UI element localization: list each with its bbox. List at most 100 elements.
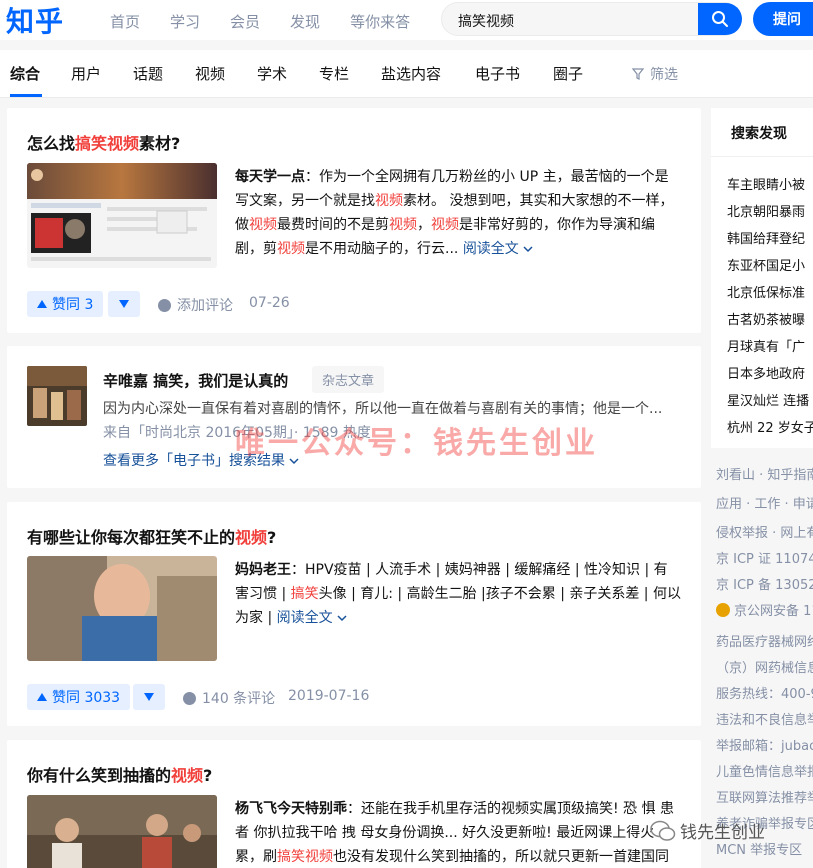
- upvote-button[interactable]: 赞同 3033: [27, 684, 131, 710]
- footer-link[interactable]: 京 ICP 备 13052: [716, 574, 813, 593]
- upvote-button[interactable]: 赞同 3: [27, 291, 104, 317]
- zhihu-logo[interactable]: 知乎: [6, 0, 64, 40]
- title-text: 素材?: [139, 134, 181, 153]
- trending-item[interactable]: 杭州 22 岁女子: [727, 417, 813, 436]
- active-tab-indicator: [10, 94, 42, 97]
- upvote-count: 赞同 3: [52, 297, 94, 313]
- answer-date: 07-26: [249, 295, 290, 311]
- comment-label: 140 条评论: [202, 691, 276, 707]
- trending-item[interactable]: 北京朝阳暴雨: [727, 201, 805, 220]
- nav-vip[interactable]: 会员: [230, 11, 260, 32]
- title-text: ?: [267, 528, 277, 547]
- comment-button[interactable]: 140 条评论: [183, 688, 275, 708]
- trending-item[interactable]: 星汉灿烂 连播: [727, 390, 809, 409]
- keyword-highlight: 视频: [375, 193, 403, 209]
- search-icon: [712, 11, 728, 27]
- footer-link[interactable]: 京 ICP 证 11074: [716, 548, 813, 567]
- footer-link[interactable]: 刘看山 · 知乎指南: [716, 464, 813, 483]
- search-result-card: 怎么找搞笑视频素材? 每天学一点：作为一个全网拥有几万粉丝的小 UP 主，最苦恼…: [7, 108, 701, 333]
- result-tabs: 综合 用户 话题 视频 学术 专栏 盐选内容 电子书 圈子 筛选: [0, 50, 813, 98]
- read-more-label: 阅读全文: [462, 241, 519, 257]
- answer-excerpt[interactable]: 妈妈老王：HPV疫苗 | 人流手术 | 姨妈神器 | 缓解痛经 | 性冷知识 |…: [235, 558, 681, 630]
- watermark-text: 唯一公众号：钱先生创业: [235, 426, 598, 461]
- content-type-tag: 杂志文章: [312, 366, 385, 393]
- footer-link[interactable]: （京）网药械信息: [716, 657, 813, 676]
- nav-learn[interactable]: 学习: [170, 11, 200, 32]
- search-box[interactable]: 搞笑视频: [441, 2, 742, 36]
- tab-all[interactable]: 综合: [10, 63, 40, 84]
- video-thumbnail[interactable]: [27, 556, 217, 661]
- read-more-link[interactable]: 阅读全文: [277, 610, 347, 626]
- downvote-button[interactable]: [108, 291, 140, 317]
- footer-link[interactable]: 应用 · 工作 · 申请: [716, 493, 813, 512]
- title-highlight: 搞笑视频: [75, 134, 140, 153]
- tab-academic[interactable]: 学术: [257, 63, 287, 84]
- trending-item[interactable]: 东亚杯国足小: [727, 255, 805, 274]
- tab-columns[interactable]: 专栏: [319, 63, 349, 84]
- title-text: 怎么找: [27, 134, 76, 153]
- footer-link[interactable]: 药品医疗器械网络: [716, 631, 813, 650]
- search-result-card: 有哪些让你每次都狂笑不止的视频? 妈妈老王：HPV疫苗 | 人流手术 | 姨妈神…: [7, 502, 701, 726]
- nav-discover[interactable]: 发现: [290, 11, 320, 32]
- tab-circles[interactable]: 圈子: [553, 63, 583, 84]
- ebook-cover[interactable]: [27, 366, 87, 426]
- read-more-link[interactable]: 阅读全文: [463, 241, 533, 257]
- answer-excerpt[interactable]: 杨飞飞今天特别乖：还能在我手机里存活的视频实属顶级搞笑! 恐 惧 患者 你扒拉我…: [235, 797, 681, 868]
- keyword-highlight: 视频: [431, 217, 459, 233]
- search-button[interactable]: [698, 3, 742, 35]
- downvote-triangle-icon: [144, 693, 154, 701]
- footer-link[interactable]: 儿童色情信息举报: [716, 761, 813, 780]
- footer-link[interactable]: 京公网安备 1101: [716, 600, 813, 619]
- tab-users[interactable]: 用户: [71, 63, 101, 84]
- question-title[interactable]: 怎么找搞笑视频素材?: [27, 130, 180, 154]
- footer-link[interactable]: 举报邮箱：jubao: [716, 735, 813, 754]
- footer-link[interactable]: 服务热线：400-9: [716, 683, 813, 702]
- trending-item[interactable]: 韩国给拜登纪: [727, 228, 805, 247]
- search-input[interactable]: 搞笑视频: [458, 11, 514, 31]
- author-name[interactable]: 妈妈老王: [235, 562, 291, 578]
- divider: [711, 156, 813, 157]
- tab-topics[interactable]: 话题: [133, 63, 163, 84]
- wechat-mark-label: 钱先生创业: [680, 823, 765, 843]
- question-title[interactable]: 有哪些让你每次都狂笑不止的视频?: [27, 524, 276, 548]
- video-thumbnail[interactable]: [27, 795, 217, 868]
- footer-link[interactable]: 违法和不良信息举: [716, 709, 813, 728]
- downvote-button[interactable]: [133, 684, 165, 710]
- tab-ebooks[interactable]: 电子书: [475, 63, 520, 84]
- video-thumbnail[interactable]: [27, 163, 217, 268]
- keyword-highlight: 视频: [249, 217, 277, 233]
- wechat-icon: [650, 820, 676, 841]
- trending-item[interactable]: 车主眼睛小被: [727, 174, 805, 193]
- thumbnail-image: [27, 163, 217, 268]
- excerpt-segment: 是不用动脑子的，行云...: [305, 241, 459, 257]
- author-name[interactable]: 杨飞飞今天特别乖: [235, 801, 347, 817]
- filter-button[interactable]: 筛选: [631, 64, 678, 84]
- trending-item[interactable]: 北京低保标准: [727, 282, 805, 301]
- comment-label: 添加评论: [177, 298, 233, 314]
- trending-item[interactable]: 古茗奶茶被曝: [727, 309, 805, 328]
- question-title[interactable]: 你有什么笑到抽搐的视频?: [27, 762, 212, 786]
- trending-item[interactable]: 日本多地政府: [727, 363, 805, 382]
- nav-waiting[interactable]: 等你来答: [350, 11, 410, 32]
- author-name[interactable]: 每天学一点: [235, 169, 305, 185]
- title-highlight: 视频: [171, 766, 204, 785]
- title-text: 有哪些让你每次都狂笑不止的: [27, 528, 236, 547]
- ebook-title[interactable]: 辛唯嘉 搞笑，我们是认真的: [103, 370, 288, 391]
- search-discover-title: 搜索发现: [731, 126, 787, 142]
- ask-button[interactable]: 提问: [753, 2, 813, 36]
- footer-link[interactable]: 侵权举报 · 网上有: [716, 522, 813, 541]
- ebook-description: 因为内心深处一直保有着对喜剧的情怀，所以他一直在做着与喜剧有关的事情；他是一个.…: [103, 401, 663, 417]
- title-text: 你有什么笑到抽搐的: [27, 766, 172, 785]
- trending-item[interactable]: 月球真有「广: [727, 336, 805, 355]
- tab-salt-content[interactable]: 盐选内容: [381, 63, 441, 84]
- filter-label: 筛选: [650, 67, 678, 83]
- upvote-triangle-icon: [37, 300, 47, 308]
- nav-home[interactable]: 首页: [110, 11, 140, 32]
- footer-link[interactable]: 互联网算法推荐举: [716, 787, 813, 806]
- filter-icon: [631, 68, 645, 80]
- comment-button[interactable]: 添加评论: [158, 295, 233, 315]
- chevron-down-icon: [337, 615, 347, 622]
- tab-videos[interactable]: 视频: [195, 63, 225, 84]
- keyword-highlight: 搞笑: [290, 586, 319, 602]
- answer-excerpt[interactable]: 每天学一点：作为一个全网拥有几万粉丝的小 UP 主，最苦恼的一个是写文案，另一个…: [235, 165, 681, 261]
